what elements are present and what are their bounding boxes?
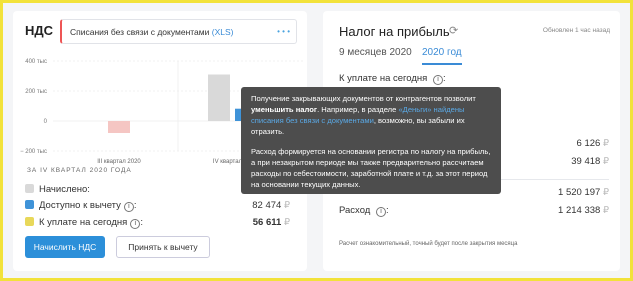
expense-row: Расход i: 1 214 338 ₽ <box>339 205 609 217</box>
pay-today-row: К уплате на сегодня i: 56 611 ₽ <box>25 217 295 229</box>
info-icon[interactable]: i <box>375 207 386 217</box>
expense-label: Расход <box>339 205 371 216</box>
y-tick-label: 200 тыс <box>25 89 47 95</box>
y-tick-label: 0 <box>44 119 48 125</box>
bar-q3 <box>108 121 130 133</box>
expense-tooltip: Получение закрывающих документов от конт… <box>241 87 501 194</box>
info-icon[interactable]: i <box>432 75 443 85</box>
y-tick-label: − 200 тыс <box>20 149 47 155</box>
quarter-heading: За IV квартал 2020 года <box>27 167 132 174</box>
tab-2020-year[interactable]: 2020 год <box>422 47 462 58</box>
pay-today-value: 56 611 ₽ <box>252 217 290 228</box>
writeoffs-selector[interactable]: Списания без связи с документами (XLS) •… <box>60 19 297 44</box>
accrue-vat-button[interactable]: Начислить НДС <box>25 236 105 258</box>
expense-value: 1 214 338 ₽ <box>558 205 609 216</box>
deductible-legend-swatch <box>25 200 34 209</box>
accrued-legend-swatch <box>25 184 34 193</box>
tab-9-months[interactable]: 9 месяцев 2020 <box>339 47 412 58</box>
pay-today-label: К уплате на сегодня <box>39 217 128 228</box>
tooltip-paragraph: Расход формируется на основании регистра… <box>251 147 491 189</box>
deductible-value: 82 474 ₽ <box>252 200 290 211</box>
y-tick-label: 400 тыс <box>25 59 47 65</box>
tooltip-paragraph: Получение закрывающих документов от конт… <box>251 94 476 136</box>
info-icon[interactable]: i <box>130 219 141 229</box>
vat-title: НДС <box>25 23 54 38</box>
accrued-label: Начислено: <box>39 184 90 195</box>
tax-value: 6 126 ₽ <box>576 138 609 149</box>
x-tick-label: III квартал 2020 <box>97 159 141 165</box>
xls-link[interactable]: (XLS) <box>212 27 234 37</box>
pay-legend-swatch <box>25 217 34 226</box>
writeoffs-label: Списания без связи с документами <box>70 27 210 37</box>
deductible-row: Доступно к вычету i: 82 474 ₽ <box>25 200 295 212</box>
bar-q4-accrued <box>208 74 230 121</box>
tax-pay-today: К уплате на сегодня i: <box>339 73 446 85</box>
accept-deduction-button[interactable]: Принять к вычету <box>116 236 210 258</box>
more-icon[interactable]: • • • <box>277 27 290 36</box>
updated-status: Обновлен 1 час назад <box>542 27 610 34</box>
income-value: 1 520 197 ₽ <box>558 187 609 198</box>
info-icon[interactable]: i <box>123 202 134 212</box>
footnote: Расчет ознакомительный, точный будет пос… <box>339 241 518 247</box>
active-tab-underline <box>422 63 462 65</box>
deductible-label: Доступно к вычету <box>39 200 121 211</box>
profit-tax-title: Налог на прибыль <box>339 24 450 39</box>
tax-value: 39 418 ₽ <box>571 156 609 167</box>
refresh-icon[interactable]: ⟳ <box>449 24 458 37</box>
